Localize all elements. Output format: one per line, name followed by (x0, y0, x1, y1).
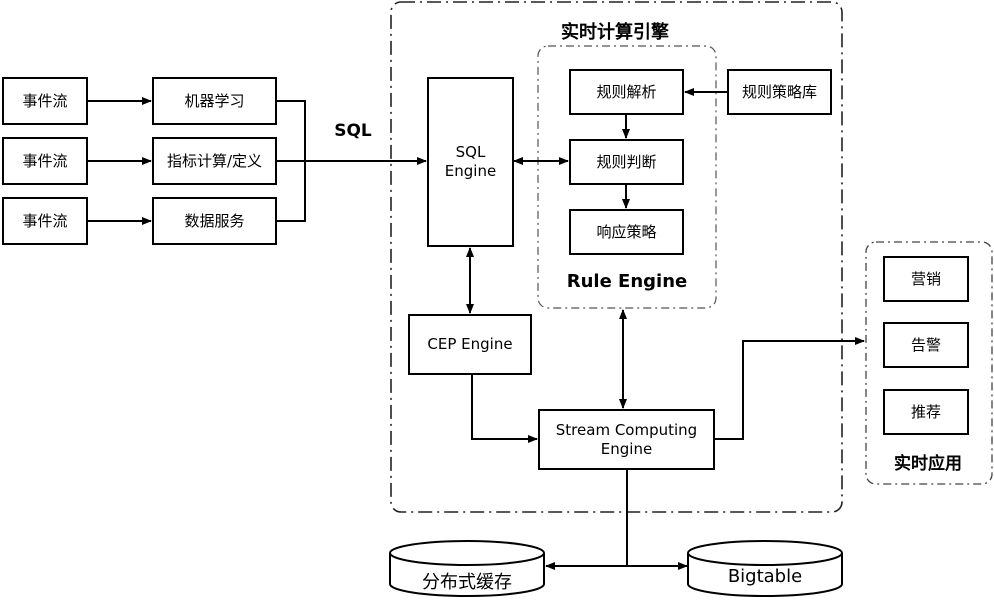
sql-engine-line1: SQL (455, 143, 486, 161)
app-label: 告警 (910, 335, 941, 354)
processor-machine-learning: 机器学习 (152, 77, 277, 125)
stream-engine-line2: Engine (600, 439, 653, 458)
source-label: 事件流 (22, 211, 68, 230)
stream-computing-engine: Stream Computing Engine (538, 409, 715, 470)
rule-step-label: 规则解析 (596, 82, 657, 101)
bigtable-label: Bigtable (727, 566, 803, 587)
app-label: 营销 (910, 269, 941, 288)
rule-judge: 规则判断 (569, 139, 684, 185)
rule-engine-title: Rule Engine (566, 271, 688, 292)
cache-label: 分布式缓存 (422, 572, 512, 593)
processor-data-service: 数据服务 (152, 197, 277, 245)
cep-engine-label: CEP Engine (427, 335, 513, 353)
library-label: 规则策略库 (741, 82, 817, 101)
app-recommend: 推荐 (883, 389, 969, 435)
processor-metrics: 指标计算/定义 (152, 137, 277, 185)
rule-step-label: 响应策略 (596, 222, 657, 241)
arrow-cep-to-stream (471, 375, 538, 443)
rule-step-label: 规则判断 (596, 152, 657, 171)
apps-group-title: 实时应用 (894, 454, 962, 474)
source-label: 事件流 (22, 91, 68, 110)
source-event-stream: 事件流 (2, 137, 88, 185)
stream-engine-line1: Stream Computing (555, 420, 698, 439)
app-label: 推荐 (910, 402, 941, 421)
engine-group-title: 实时计算引擎 (561, 22, 669, 43)
sql-engine: SQL Engine (427, 77, 514, 247)
processor-label: 机器学习 (184, 91, 245, 110)
source-label: 事件流 (22, 151, 68, 170)
processor-label: 数据服务 (184, 211, 245, 230)
rule-parse: 规则解析 (569, 69, 684, 115)
app-marketing: 营销 (883, 256, 969, 302)
app-alert: 告警 (883, 322, 969, 368)
processor-label: 指标计算/定义 (166, 151, 263, 170)
source-event-stream: 事件流 (2, 77, 88, 125)
sql-edge-label: SQL (334, 121, 372, 141)
rule-strategy-library: 规则策略库 (727, 69, 832, 115)
response-strategy: 响应策略 (569, 209, 684, 255)
sql-engine-line2: Engine (444, 162, 497, 180)
source-event-stream: 事件流 (2, 197, 88, 245)
cep-engine: CEP Engine (408, 314, 532, 375)
